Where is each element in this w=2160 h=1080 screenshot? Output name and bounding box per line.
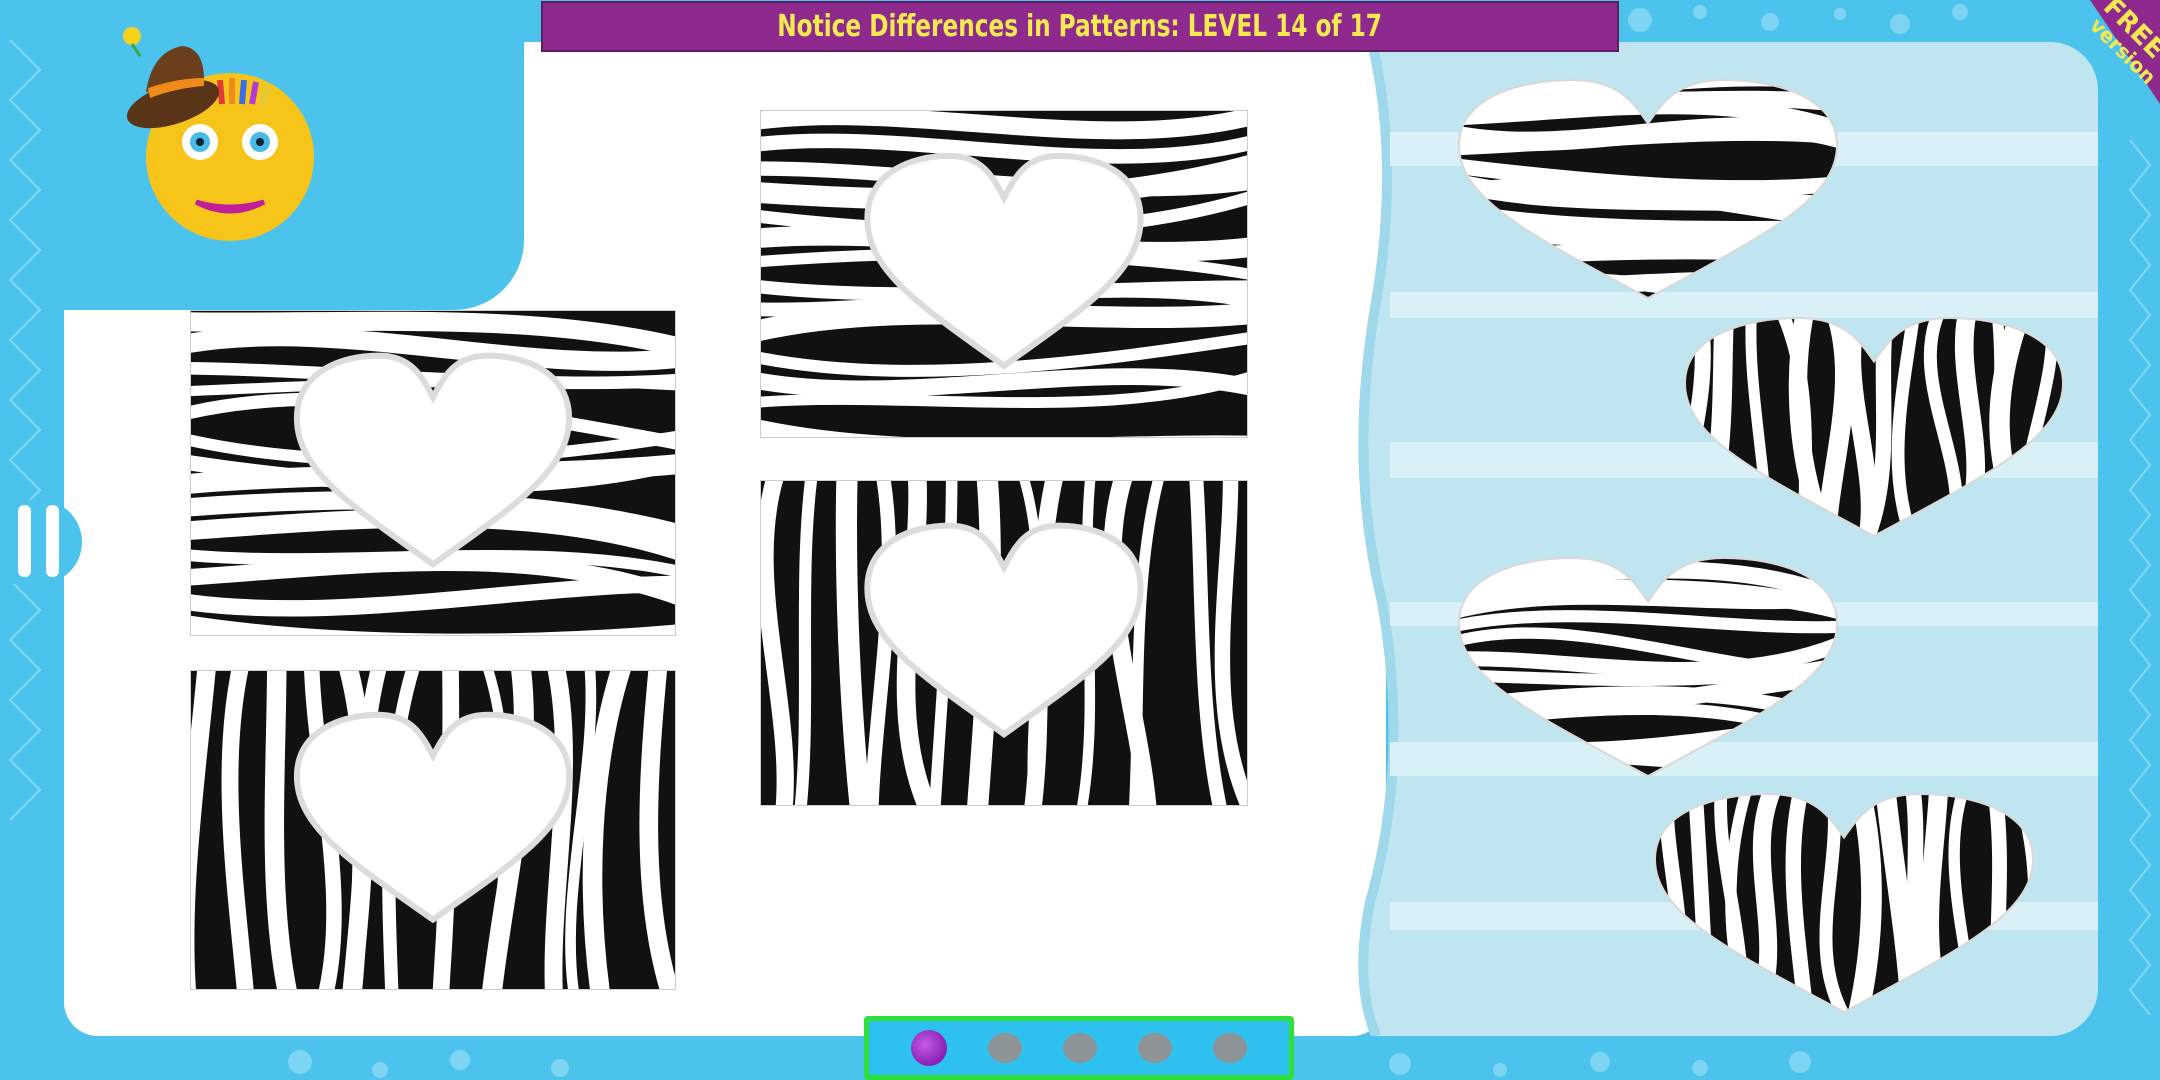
heart-piece-2[interactable] [1684,316,2064,538]
zebra-pattern-card [190,670,676,990]
zebra-pattern-card [760,480,1248,806]
puzzle-card-1 [190,310,676,636]
progress-dot [1062,1033,1097,1063]
puzzle-card-4 [760,480,1248,806]
smiley-mascot-icon [123,27,314,241]
progress-dot [988,1033,1023,1063]
puzzle-card-3 [760,110,1248,438]
heart-piece-3[interactable] [1458,556,1838,778]
zebra-pattern-card [190,310,676,636]
heart-piece-4[interactable] [1654,792,2034,1014]
free-version-badge: FREE version [2085,0,2160,104]
level-title: Notice Differences in Patterns: LEVEL 14… [777,9,1383,44]
level-title-bar: Notice Differences in Patterns: LEVEL 14… [541,1,1619,52]
pause-button[interactable] [0,500,82,584]
progress-dot-active [911,1030,948,1066]
progress-dot [1137,1033,1172,1063]
progress-dot [1212,1033,1247,1063]
puzzle-card-2 [190,670,676,990]
zebra-pattern-card [760,110,1248,438]
pause-icon [18,505,31,577]
heart-piece-1[interactable] [1458,78,1838,300]
progress-tray [864,1016,1294,1080]
pause-icon-bar [46,505,59,577]
